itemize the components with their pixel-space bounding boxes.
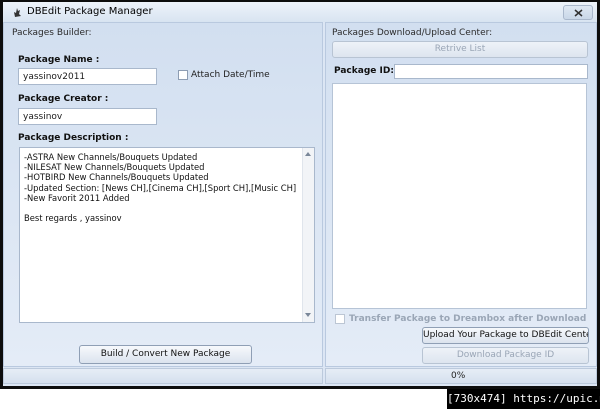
client-area: Packages Builder: Package Name : yassino… bbox=[3, 22, 597, 386]
retrieve-list-button[interactable]: Retrive List bbox=[332, 41, 588, 58]
app-window: DBEdit Package Manager Packages Builder:… bbox=[0, 0, 600, 389]
attach-date-label: Attach Date/Time bbox=[191, 70, 270, 80]
status-bar-left bbox=[3, 368, 323, 384]
packages-builder-panel: Packages Builder: Package Name : yassino… bbox=[3, 22, 323, 367]
package-name-label: Package Name : bbox=[18, 55, 100, 65]
title-bar[interactable]: DBEdit Package Manager bbox=[3, 2, 597, 22]
window-title: DBEdit Package Manager bbox=[27, 6, 153, 17]
close-icon bbox=[574, 9, 583, 17]
build-package-button[interactable]: Build / Convert New Package bbox=[79, 345, 252, 364]
package-creator-label: Package Creator : bbox=[18, 94, 109, 104]
download-package-button[interactable]: Download Package ID bbox=[422, 347, 589, 364]
description-scrollbar[interactable] bbox=[302, 148, 314, 322]
package-id-input[interactable] bbox=[394, 64, 588, 79]
scroll-up-icon[interactable] bbox=[305, 152, 311, 156]
package-name-input[interactable]: yassinov2011 bbox=[18, 68, 157, 85]
builder-group-title: Packages Builder: bbox=[12, 28, 92, 38]
close-button[interactable] bbox=[563, 5, 593, 20]
attach-date-checkbox[interactable] bbox=[178, 70, 188, 80]
scroll-down-icon[interactable] bbox=[305, 313, 311, 317]
app-logo-icon bbox=[14, 8, 21, 17]
transfer-to-dreambox-checkbox[interactable] bbox=[335, 314, 345, 324]
package-description-textarea[interactable]: -ASTRA New Channels/Bouquets Updated -NI… bbox=[19, 147, 315, 323]
transfer-to-dreambox-label: Transfer Package to Dreambox after Downl… bbox=[349, 314, 587, 324]
package-description-label: Package Description : bbox=[18, 133, 129, 143]
package-description-text: -ASTRA New Channels/Bouquets Updated -NI… bbox=[24, 152, 297, 224]
upload-package-button[interactable]: Upload Your Package to DBEdit Center bbox=[422, 327, 589, 344]
progress-text: 0% bbox=[451, 371, 466, 381]
image-size-badge: [730x474] https://upic.me/ bbox=[447, 389, 600, 409]
package-id-label: Package ID: bbox=[334, 66, 394, 76]
package-creator-input[interactable]: yassinov bbox=[18, 108, 157, 125]
packages-list[interactable] bbox=[332, 83, 587, 309]
center-group-title: Packages Download/Upload Center: bbox=[332, 28, 493, 38]
